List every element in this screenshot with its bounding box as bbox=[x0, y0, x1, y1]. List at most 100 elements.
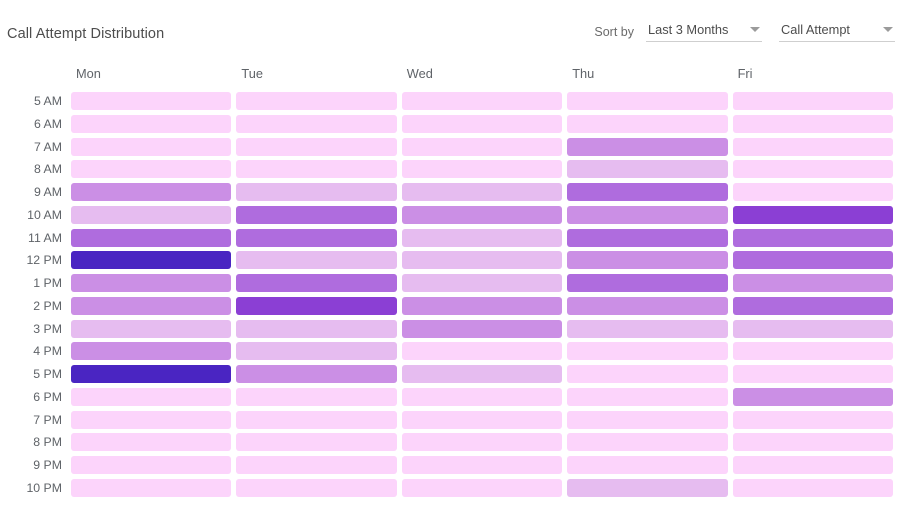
heatmap-cell[interactable] bbox=[732, 137, 894, 156]
heatmap-cell[interactable] bbox=[567, 478, 728, 497]
heatmap-cell[interactable] bbox=[567, 365, 728, 383]
heatmap-row: 1 PM bbox=[33, 274, 894, 292]
heatmap-cell[interactable] bbox=[567, 433, 728, 452]
heatmap-cell[interactable] bbox=[567, 410, 728, 429]
heatmap-cell[interactable] bbox=[71, 478, 232, 497]
heatmap-cell[interactable] bbox=[236, 228, 397, 247]
heatmap-cell[interactable] bbox=[236, 160, 397, 179]
heatmap-cell[interactable] bbox=[732, 410, 894, 429]
heatmap-row: 9 PM bbox=[33, 456, 894, 474]
heatmap-cell[interactable] bbox=[236, 296, 397, 315]
heatmap-cell[interactable] bbox=[401, 319, 563, 338]
heatmap-cell[interactable] bbox=[567, 205, 728, 224]
row-label-10-am: 10 AM bbox=[27, 207, 62, 222]
heatmap-cell[interactable] bbox=[401, 137, 563, 156]
heatmap-cell[interactable] bbox=[71, 251, 232, 270]
row-label-3-pm: 3 PM bbox=[33, 321, 62, 336]
heatmap-cell[interactable] bbox=[401, 433, 563, 452]
heatmap-cell[interactable] bbox=[71, 365, 232, 383]
heatmap-cell[interactable] bbox=[401, 456, 563, 474]
heatmap-cell[interactable] bbox=[732, 114, 894, 133]
heatmap-cell[interactable] bbox=[401, 410, 563, 429]
heatmap-cell[interactable] bbox=[401, 365, 563, 383]
heatmap-cell[interactable] bbox=[401, 160, 563, 179]
heatmap-cell[interactable] bbox=[732, 228, 894, 247]
heatmap-cell[interactable] bbox=[401, 296, 563, 315]
heatmap-cell[interactable] bbox=[71, 160, 232, 179]
heatmap-cell[interactable] bbox=[71, 205, 232, 224]
heatmap-cell[interactable] bbox=[732, 365, 894, 383]
heatmap-cell[interactable] bbox=[732, 183, 894, 201]
heatmap-row: 10 PM bbox=[26, 478, 894, 497]
heatmap-cell[interactable] bbox=[236, 92, 397, 110]
heatmap-cell[interactable] bbox=[732, 387, 894, 406]
heatmap-cell[interactable] bbox=[401, 478, 563, 497]
heatmap-cell[interactable] bbox=[401, 387, 563, 406]
heatmap-cell[interactable] bbox=[732, 342, 894, 361]
heatmap-cell[interactable] bbox=[236, 274, 397, 292]
heatmap-cell[interactable] bbox=[236, 478, 397, 497]
heatmap-cell[interactable] bbox=[236, 456, 397, 474]
heatmap-cell[interactable] bbox=[401, 92, 563, 110]
heatmap-cell[interactable] bbox=[71, 342, 232, 361]
heatmap-cell[interactable] bbox=[732, 319, 894, 338]
heatmap-cell[interactable] bbox=[236, 410, 397, 429]
heatmap-cell[interactable] bbox=[236, 365, 397, 383]
heatmap-cell[interactable] bbox=[567, 274, 728, 292]
heatmap-cell[interactable] bbox=[732, 160, 894, 179]
heatmap-cell[interactable] bbox=[236, 205, 397, 224]
heatmap-cell[interactable] bbox=[71, 137, 232, 156]
heatmap-cell[interactable] bbox=[401, 114, 563, 133]
heatmap-cell[interactable] bbox=[71, 228, 232, 247]
heatmap-cell[interactable] bbox=[732, 456, 894, 474]
period-dropdown[interactable]: Last 3 Months bbox=[646, 22, 762, 42]
heatmap-cell[interactable] bbox=[732, 478, 894, 497]
heatmap-cell[interactable] bbox=[401, 251, 563, 270]
heatmap-cell[interactable] bbox=[567, 160, 728, 179]
heatmap-cell[interactable] bbox=[236, 114, 397, 133]
heatmap-cell[interactable] bbox=[236, 319, 397, 338]
heatmap-cell[interactable] bbox=[567, 251, 728, 270]
heatmap-cell[interactable] bbox=[236, 387, 397, 406]
heatmap-cell[interactable] bbox=[732, 433, 894, 452]
heatmap-cell[interactable] bbox=[71, 183, 232, 201]
heatmap-cell[interactable] bbox=[71, 433, 232, 452]
heatmap-cell[interactable] bbox=[732, 296, 894, 315]
heatmap-cell[interactable] bbox=[71, 296, 232, 315]
heatmap-cell[interactable] bbox=[732, 274, 894, 292]
heatmap-cell[interactable] bbox=[732, 92, 894, 110]
heatmap-cell[interactable] bbox=[567, 319, 728, 338]
heatmap-cell[interactable] bbox=[567, 114, 728, 133]
heatmap-cell[interactable] bbox=[71, 387, 232, 406]
heatmap-cell[interactable] bbox=[71, 319, 232, 338]
heatmap-cell[interactable] bbox=[236, 137, 397, 156]
heatmap-cell[interactable] bbox=[567, 296, 728, 315]
heatmap-cell[interactable] bbox=[71, 114, 232, 133]
heatmap-row: 7 AM bbox=[34, 137, 894, 156]
heatmap-cell[interactable] bbox=[401, 342, 563, 361]
metric-dropdown[interactable]: Call Attempt bbox=[779, 22, 895, 42]
heatmap-cell[interactable] bbox=[567, 228, 728, 247]
heatmap-cell[interactable] bbox=[567, 456, 728, 474]
heatmap-row: 6 PM bbox=[33, 387, 894, 406]
heatmap-cell[interactable] bbox=[567, 137, 728, 156]
heatmap-cell[interactable] bbox=[567, 92, 728, 110]
heatmap-cell[interactable] bbox=[401, 183, 563, 201]
heatmap-cell[interactable] bbox=[236, 342, 397, 361]
heatmap-cell[interactable] bbox=[71, 456, 232, 474]
heatmap-cell[interactable] bbox=[71, 274, 232, 292]
heatmap-cell[interactable] bbox=[401, 228, 563, 247]
heatmap-cell[interactable] bbox=[401, 205, 563, 224]
heatmap-row: 11 AM bbox=[28, 228, 894, 247]
heatmap-cell[interactable] bbox=[732, 205, 894, 224]
heatmap-cell[interactable] bbox=[71, 410, 232, 429]
heatmap-cell[interactable] bbox=[732, 251, 894, 270]
heatmap-cell[interactable] bbox=[71, 92, 232, 110]
heatmap-cell[interactable] bbox=[401, 274, 563, 292]
heatmap-cell[interactable] bbox=[236, 251, 397, 270]
heatmap-cell[interactable] bbox=[236, 183, 397, 201]
heatmap-cell[interactable] bbox=[236, 433, 397, 452]
heatmap-cell[interactable] bbox=[567, 387, 728, 406]
heatmap-cell[interactable] bbox=[567, 342, 728, 361]
heatmap-cell[interactable] bbox=[567, 183, 728, 201]
